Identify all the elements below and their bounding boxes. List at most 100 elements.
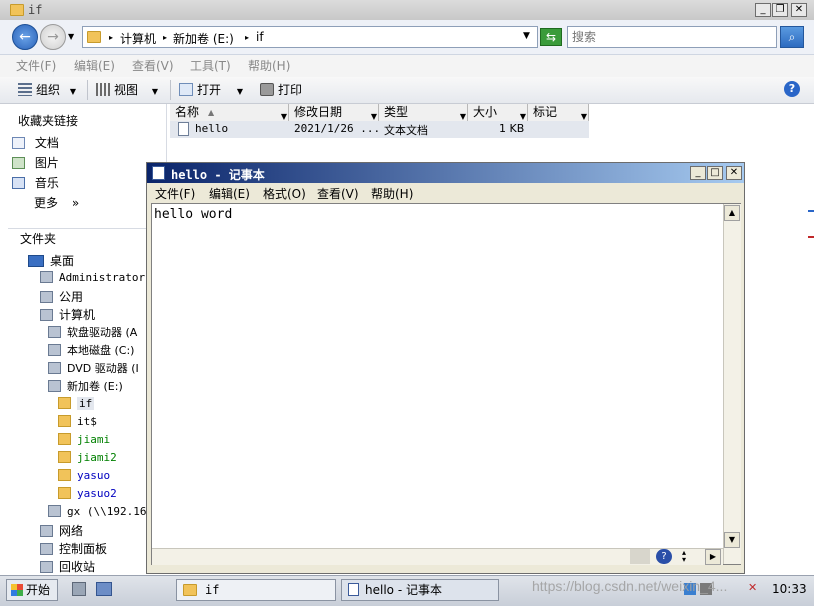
clock[interactable]: 10:33 — [772, 582, 807, 596]
tree-item-label: 新加卷 (E:) — [67, 380, 123, 393]
help-icon[interactable]: ? — [656, 549, 672, 564]
notepad-title-bar[interactable]: hello - 记事本 _ □ ✕ — [147, 163, 744, 183]
file-type: 文本文档 — [384, 124, 428, 137]
print-button[interactable]: 打印 — [260, 81, 302, 98]
restore-button[interactable]: ❐ — [772, 3, 788, 17]
open-button[interactable]: 打开 ▼ — [179, 81, 243, 98]
tree-item[interactable]: 桌面 — [28, 252, 74, 268]
organize-button[interactable]: 组织 ▼ — [18, 81, 76, 98]
folder-icon — [183, 584, 197, 596]
close-button[interactable]: ✕ — [791, 3, 807, 17]
tree-item[interactable]: 网络 — [40, 522, 83, 538]
chevron-right-icon[interactable]: ▸ — [245, 33, 249, 42]
breadcrumb-if[interactable]: if — [256, 30, 264, 44]
notepad-menu-file[interactable]: 文件(F) — [155, 185, 195, 202]
chevron-right-icon[interactable]: ▸ — [109, 33, 113, 42]
tree-item[interactable]: yasuo — [58, 468, 110, 484]
tree-item[interactable]: 控制面板 — [40, 540, 107, 556]
edge-marker — [808, 236, 814, 238]
vertical-scrollbar[interactable]: ▲ ▼ — [723, 204, 741, 564]
help-icon[interactable]: ? — [784, 81, 800, 97]
stepper-icon[interactable]: ▴ ▾ — [678, 549, 690, 564]
notepad-menu-view[interactable]: 查看(V) — [317, 185, 359, 202]
tree-item-label: jiami — [77, 433, 111, 446]
column-size[interactable]: 大小 ▼ — [468, 104, 528, 121]
tree-item[interactable]: Administrator — [40, 270, 145, 286]
file-row[interactable]: hello 2021/1/26 ... 文本文档 1 KB — [170, 121, 589, 138]
tree-item[interactable]: jiami — [58, 432, 110, 448]
menu-file[interactable]: 文件(F) — [16, 57, 56, 74]
tree-item[interactable]: gx (\\192.168 — [48, 504, 153, 520]
tree-item[interactable]: 软盘驱动器 (A — [48, 324, 137, 340]
notepad-text-input[interactable]: hello word — [154, 207, 719, 537]
tree-item-label: 计算机 — [59, 308, 96, 322]
notepad-window: hello - 记事本 _ □ ✕ 文件(F) 编辑(E) 格式(O) 查看(V… — [146, 162, 745, 574]
address-bar[interactable]: ▸ 计算机 ▸ 新加卷 (E:) ▸ if ▼ — [82, 26, 538, 48]
tree-item[interactable]: 回收站 — [40, 558, 95, 574]
horizontal-scrollbar[interactable]: ? ▴ ▾ ▶ — [152, 548, 723, 565]
print-label: 打印 — [278, 83, 303, 97]
tree-item-label: 网络 — [59, 524, 84, 538]
back-button[interactable]: ← — [12, 24, 38, 50]
tree-item[interactable]: yasuo2 — [58, 486, 117, 502]
notepad-edit-area[interactable]: hello word ▲ ▼ ? ▴ ▾ ▶ — [151, 203, 741, 565]
notepad-maximize-button[interactable]: □ — [707, 166, 723, 180]
tray-alert-icon[interactable]: ✕ — [748, 582, 758, 593]
tree-node-icon — [28, 255, 44, 267]
menu-edit[interactable]: 编辑(E) — [74, 57, 115, 74]
taskbar-notepad-button[interactable]: hello - 记事本 — [341, 579, 499, 601]
notepad-menu-help[interactable]: 帮助(H) — [371, 185, 413, 202]
tree-item[interactable]: 本地磁盘 (C:) — [48, 342, 134, 358]
search-button[interactable]: ⌕ — [780, 26, 804, 48]
menu-view[interactable]: 查看(V) — [132, 57, 174, 74]
taskbar-explorer-button[interactable]: if — [176, 579, 336, 601]
history-dropdown-icon[interactable]: ▼ — [68, 32, 74, 41]
view-button[interactable]: 视图 ▼ — [96, 81, 158, 98]
breadcrumb-computer[interactable]: 计算机 — [120, 30, 156, 47]
tree-item[interactable]: 新加卷 (E:) — [48, 378, 123, 394]
refresh-button[interactable]: ⇆ — [540, 28, 562, 46]
favorite-music[interactable]: 音乐 — [12, 174, 59, 191]
documents-icon — [12, 137, 25, 149]
double-chevron-icon: » — [71, 196, 80, 210]
address-dropdown-icon[interactable]: ▼ — [523, 31, 530, 41]
notepad-close-button[interactable]: ✕ — [726, 166, 742, 180]
search-input[interactable] — [572, 28, 772, 46]
folder-icon — [58, 415, 71, 427]
menu-help[interactable]: 帮助(H) — [248, 57, 290, 74]
notepad-menu-format[interactable]: 格式(O) — [263, 185, 306, 202]
forward-button[interactable]: → — [40, 24, 66, 50]
tree-item[interactable]: 公用 — [40, 288, 83, 304]
minimize-button[interactable]: _ — [755, 3, 771, 17]
column-tags[interactable]: 标记 ▼ — [528, 104, 589, 121]
quick-launch-icon[interactable] — [96, 582, 112, 596]
favorite-documents[interactable]: 文档 — [12, 134, 59, 151]
scroll-right-icon[interactable]: ▶ — [705, 549, 721, 565]
chevron-right-icon[interactable]: ▸ — [163, 33, 167, 42]
search-box[interactable] — [567, 26, 777, 48]
tree-item[interactable]: if — [58, 396, 95, 412]
menu-tools[interactable]: 工具(T) — [190, 57, 231, 74]
folders-header[interactable]: 文件夹 — [20, 230, 56, 247]
dropdown-arrow-icon: ▼ — [236, 87, 243, 96]
keyboard-icon[interactable] — [630, 549, 650, 564]
column-name[interactable]: 名称 ▲ ▼ — [170, 104, 289, 121]
notepad-menu-edit[interactable]: 编辑(E) — [209, 185, 250, 202]
scroll-up-icon[interactable]: ▲ — [724, 205, 740, 221]
column-label: 大小 — [473, 105, 498, 119]
column-label: 类型 — [384, 105, 409, 119]
tree-item[interactable]: it$ — [58, 414, 97, 430]
favorites-more[interactable]: 更多 » — [34, 194, 79, 211]
show-desktop-icon[interactable] — [72, 582, 86, 596]
scroll-down-icon[interactable]: ▼ — [724, 532, 740, 548]
favorite-pictures[interactable]: 图片 — [12, 154, 59, 171]
column-type[interactable]: 类型 ▼ — [379, 104, 468, 121]
tree-item[interactable]: DVD 驱动器 (I — [48, 360, 139, 376]
tree-item[interactable]: jiami2 — [58, 450, 117, 466]
notepad-minimize-button[interactable]: _ — [690, 166, 706, 180]
start-button[interactable]: 开始 — [6, 579, 58, 601]
explorer-title-bar[interactable]: if _ ❐ ✕ — [0, 0, 814, 21]
breadcrumb-volume[interactable]: 新加卷 (E:) — [173, 30, 234, 47]
column-date[interactable]: 修改日期 ▼ — [289, 104, 379, 121]
tree-item[interactable]: 计算机 — [40, 306, 95, 322]
